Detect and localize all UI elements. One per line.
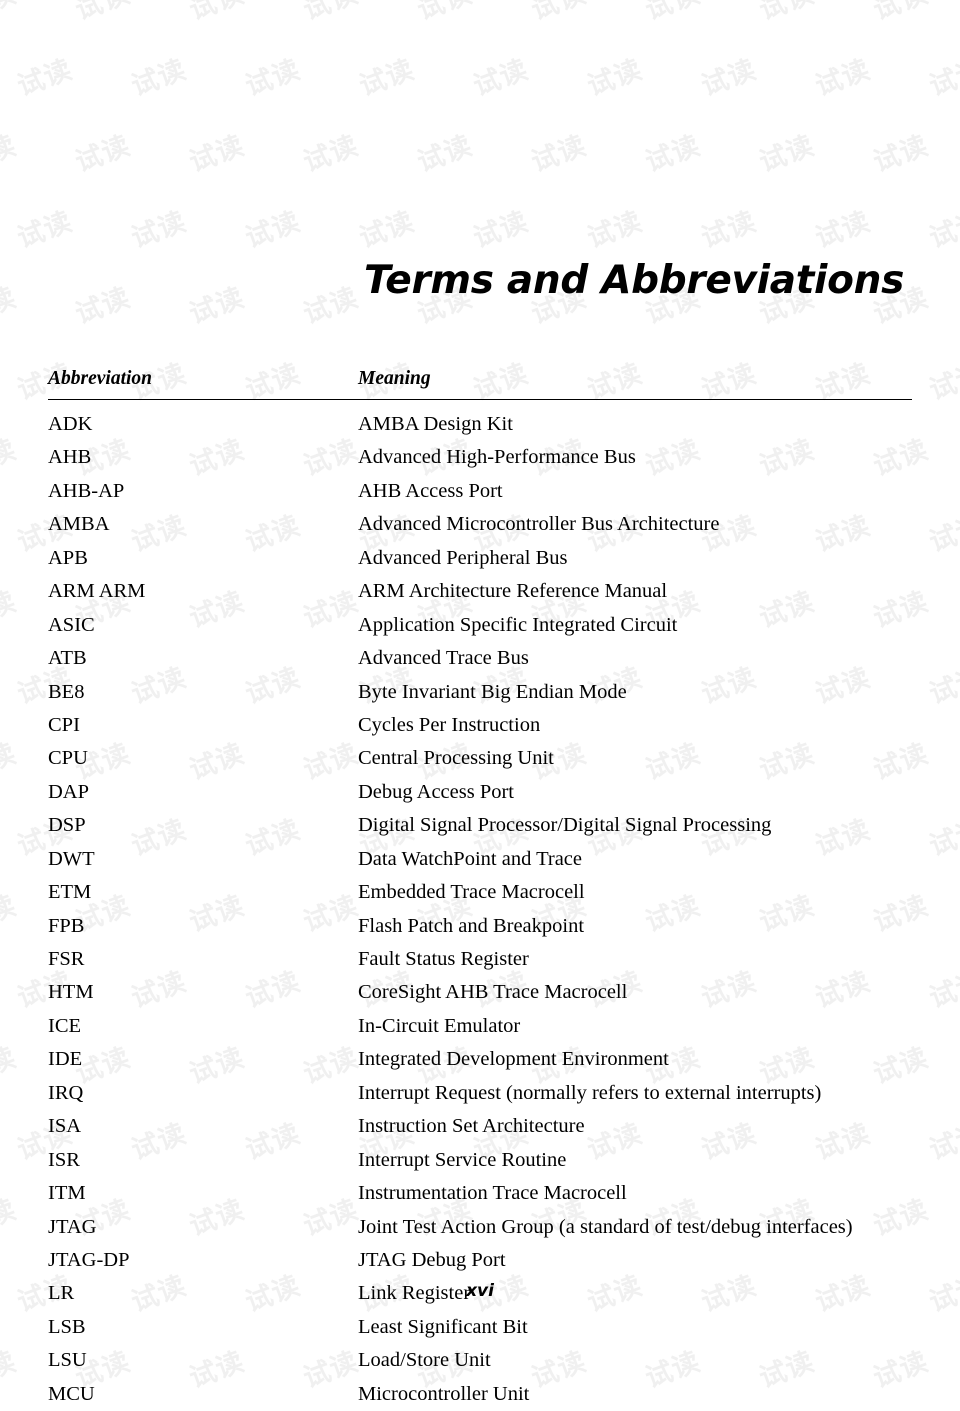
cell-abbreviation: AHB [48,441,358,474]
cell-abbreviation: DAP [48,776,358,809]
table-header: Abbreviation Meaning [48,368,912,400]
cell-meaning: AMBA Design Kit [358,400,912,442]
table-row: FSRFault Status Register [48,943,912,976]
column-header-meaning: Meaning [358,368,912,400]
page-title: Terms and Abbreviations [364,258,904,303]
table-row: CPICycles Per Instruction [48,709,912,742]
cell-abbreviation: ISR [48,1144,358,1177]
cell-abbreviation: MCU [48,1378,358,1411]
table-row: LSULoad/Store Unit [48,1344,912,1377]
table-row: ISAInstruction Set Architecture [48,1110,912,1143]
table-row: FPBFlash Patch and Breakpoint [48,909,912,942]
cell-abbreviation: ASIC [48,609,358,642]
cell-abbreviation: LSB [48,1311,358,1344]
table-row: ITMInstrumentation Trace Macrocell [48,1177,912,1210]
page-number: xvi [0,1281,960,1301]
cell-meaning: Data WatchPoint and Trace [358,843,912,876]
cell-meaning: Advanced Peripheral Bus [358,542,912,575]
cell-meaning: Application Specific Integrated Circuit [358,609,912,642]
document-page: Terms and Abbreviations Abbreviation Mea… [0,0,960,1357]
table-row: AHBAdvanced High-Performance Bus [48,441,912,474]
cell-meaning: Byte Invariant Big Endian Mode [358,675,912,708]
table-row: ADKAMBA Design Kit [48,400,912,442]
table-row: DSPDigital Signal Processor/Digital Sign… [48,809,912,842]
cell-abbreviation: BE8 [48,675,358,708]
table-row: ATBAdvanced Trace Bus [48,642,912,675]
table-body: ADKAMBA Design KitAHBAdvanced High-Perfo… [48,400,912,1411]
cell-meaning: Advanced Microcontroller Bus Architectur… [358,508,912,541]
cell-meaning: Interrupt Request (normally refers to ex… [358,1077,912,1110]
cell-abbreviation: CPU [48,742,358,775]
cell-abbreviation: ITM [48,1177,358,1210]
cell-meaning: ARM Architecture Reference Manual [358,575,912,608]
cell-meaning: Advanced High-Performance Bus [358,441,912,474]
cell-abbreviation: ISA [48,1110,358,1143]
table-row: APBAdvanced Peripheral Bus [48,542,912,575]
cell-abbreviation: CPI [48,709,358,742]
cell-meaning: Least Significant Bit [358,1311,912,1344]
cell-abbreviation: ADK [48,400,358,442]
cell-meaning: Advanced Trace Bus [358,642,912,675]
table-row: ICEIn-Circuit Emulator [48,1010,912,1043]
cell-abbreviation: JTAG [48,1210,358,1243]
cell-meaning: In-Circuit Emulator [358,1010,912,1043]
cell-meaning: Interrupt Service Routine [358,1144,912,1177]
cell-abbreviation: AMBA [48,508,358,541]
cell-meaning: Fault Status Register [358,943,912,976]
cell-abbreviation: ATB [48,642,358,675]
table-row: AMBAAdvanced Microcontroller Bus Archite… [48,508,912,541]
cell-meaning: Central Processing Unit [358,742,912,775]
table-row: ARM ARMARM Architecture Reference Manual [48,575,912,608]
column-header-abbreviation: Abbreviation [48,368,358,400]
cell-meaning: Debug Access Port [358,776,912,809]
table-row: MCUMicrocontroller Unit [48,1378,912,1411]
cell-meaning: JTAG Debug Port [358,1244,912,1277]
table-header-row: Abbreviation Meaning [48,368,912,400]
table-row: ASICApplication Specific Integrated Circ… [48,609,912,642]
cell-meaning: Load/Store Unit [358,1344,912,1377]
cell-meaning: Joint Test Action Group (a standard of t… [358,1210,912,1243]
cell-meaning: Instruction Set Architecture [358,1110,912,1143]
cell-abbreviation: DSP [48,809,358,842]
cell-abbreviation: JTAG-DP [48,1244,358,1277]
cell-meaning: Cycles Per Instruction [358,709,912,742]
table-row: IDEIntegrated Development Environment [48,1043,912,1076]
table-row: DAPDebug Access Port [48,776,912,809]
cell-meaning: Integrated Development Environment [358,1043,912,1076]
cell-meaning: AHB Access Port [358,475,912,508]
cell-abbreviation: FSR [48,943,358,976]
table-row: IRQInterrupt Request (normally refers to… [48,1077,912,1110]
cell-meaning: Digital Signal Processor/Digital Signal … [358,809,912,842]
table-row: ISRInterrupt Service Routine [48,1144,912,1177]
cell-abbreviation: FPB [48,909,358,942]
cell-abbreviation: HTM [48,976,358,1009]
table-row: CPUCentral Processing Unit [48,742,912,775]
cell-abbreviation: ETM [48,876,358,909]
table-row: JTAG-DPJTAG Debug Port [48,1244,912,1277]
table-row: LSBLeast Significant Bit [48,1311,912,1344]
abbreviations-table: Abbreviation Meaning ADKAMBA Design KitA… [48,368,912,1411]
cell-meaning: Instrumentation Trace Macrocell [358,1177,912,1210]
table-row: DWTData WatchPoint and Trace [48,843,912,876]
cell-abbreviation: ICE [48,1010,358,1043]
cell-meaning: CoreSight AHB Trace Macrocell [358,976,912,1009]
table-row: HTMCoreSight AHB Trace Macrocell [48,976,912,1009]
abbreviations-table-wrapper: Abbreviation Meaning ADKAMBA Design KitA… [48,368,912,1411]
cell-abbreviation: IDE [48,1043,358,1076]
cell-meaning: Flash Patch and Breakpoint [358,909,912,942]
cell-abbreviation: LSU [48,1344,358,1377]
cell-meaning: Microcontroller Unit [358,1378,912,1411]
table-row: ETMEmbedded Trace Macrocell [48,876,912,909]
cell-abbreviation: APB [48,542,358,575]
cell-abbreviation: DWT [48,843,358,876]
cell-abbreviation: ARM ARM [48,575,358,608]
cell-abbreviation: IRQ [48,1077,358,1110]
table-row: JTAGJoint Test Action Group (a standard … [48,1210,912,1243]
cell-abbreviation: AHB-AP [48,475,358,508]
table-row: BE8Byte Invariant Big Endian Mode [48,675,912,708]
cell-meaning: Embedded Trace Macrocell [358,876,912,909]
table-row: AHB-APAHB Access Port [48,475,912,508]
